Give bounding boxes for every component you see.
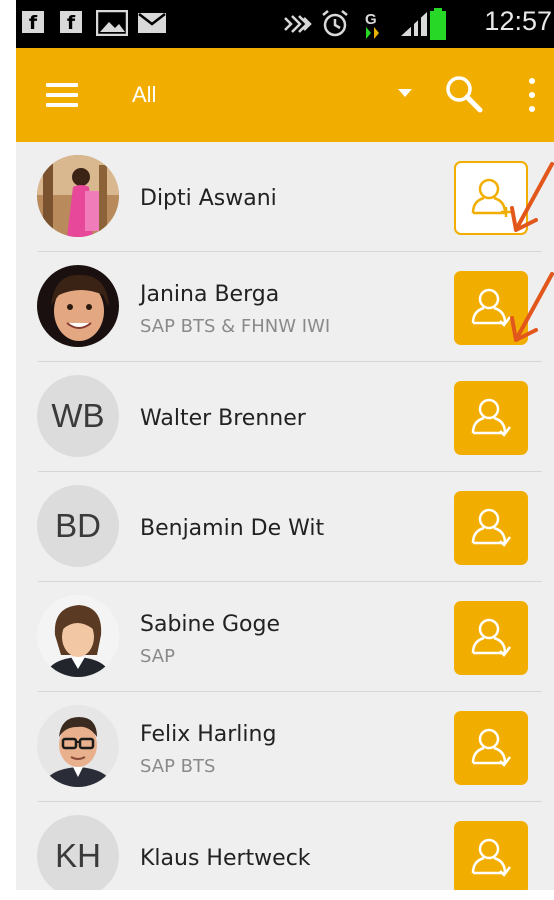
contact-row[interactable]: Janina Berga SAP BTS & FHNW IWI	[16, 252, 554, 362]
contact-added-button[interactable]	[454, 491, 528, 565]
avatar	[37, 705, 119, 787]
contact-subtitle: SAP	[140, 646, 175, 667]
app-bar: All	[16, 48, 554, 142]
contact-name: Janina Berga	[140, 282, 280, 307]
contact-name: Dipti Aswani	[140, 186, 277, 211]
contact-row[interactable]: Sabine Goge SAP	[16, 582, 554, 692]
facebook-icon: f	[60, 11, 82, 34]
contact-subtitle: SAP BTS	[140, 756, 216, 777]
more-options-icon[interactable]	[526, 78, 536, 114]
contact-added-button[interactable]	[454, 711, 528, 785]
image-icon	[96, 10, 128, 36]
contact-added-button[interactable]	[454, 821, 528, 890]
status-bar: f f G 12:57	[16, 0, 554, 48]
avatar	[37, 265, 119, 347]
contact-subtitle: SAP BTS & FHNW IWI	[140, 316, 331, 337]
contact-name: Walter Brenner	[140, 406, 306, 431]
svg-text:G: G	[365, 11, 377, 28]
user-check-icon	[471, 398, 511, 437]
contact-name: Benjamin De Wit	[140, 516, 325, 541]
alarm-icon	[322, 10, 348, 37]
contact-row[interactable]: Felix Harling SAP BTS	[16, 692, 554, 802]
avatar: WB	[37, 375, 119, 457]
nfc-icon	[284, 15, 312, 33]
contact-added-button[interactable]	[454, 601, 528, 675]
avatar: KH	[37, 815, 119, 890]
contact-row[interactable]: WB Walter Brenner	[16, 362, 554, 472]
contact-row[interactable]: BD Benjamin De Wit	[16, 472, 554, 582]
contact-name: Klaus Hertweck	[140, 846, 311, 871]
user-check-icon	[471, 508, 511, 547]
avatar	[37, 155, 119, 237]
annotation-arrow	[510, 272, 554, 342]
contact-added-button[interactable]	[454, 381, 528, 455]
chevron-down-icon[interactable]	[398, 89, 412, 97]
sync-icon: G	[365, 11, 379, 39]
battery-icon	[430, 8, 446, 40]
contact-name: Sabine Goge	[140, 612, 281, 637]
facebook-icon: f	[22, 11, 44, 34]
annotation-arrow	[510, 162, 554, 232]
mail-icon	[138, 13, 166, 33]
phone-screen: f f G 12:57 All Dipti Aswani Janina Berg…	[16, 0, 554, 890]
avatar: BD	[37, 485, 119, 567]
contact-list: Dipti Aswani Janina Berga SAP BTS & FHNW…	[16, 142, 554, 890]
menu-icon[interactable]	[46, 83, 78, 107]
contact-row[interactable]: KH Klaus Hertweck	[16, 802, 554, 890]
filter-label[interactable]: All	[132, 82, 156, 108]
contact-name: Felix Harling	[140, 722, 277, 747]
signal-icon	[401, 12, 427, 36]
user-check-icon	[471, 618, 511, 657]
avatar	[37, 595, 119, 677]
user-check-icon	[471, 728, 511, 767]
contact-row[interactable]: Dipti Aswani	[16, 142, 554, 252]
status-time: 12:57	[484, 6, 552, 36]
user-check-icon	[471, 838, 511, 877]
search-icon[interactable]	[444, 74, 484, 114]
